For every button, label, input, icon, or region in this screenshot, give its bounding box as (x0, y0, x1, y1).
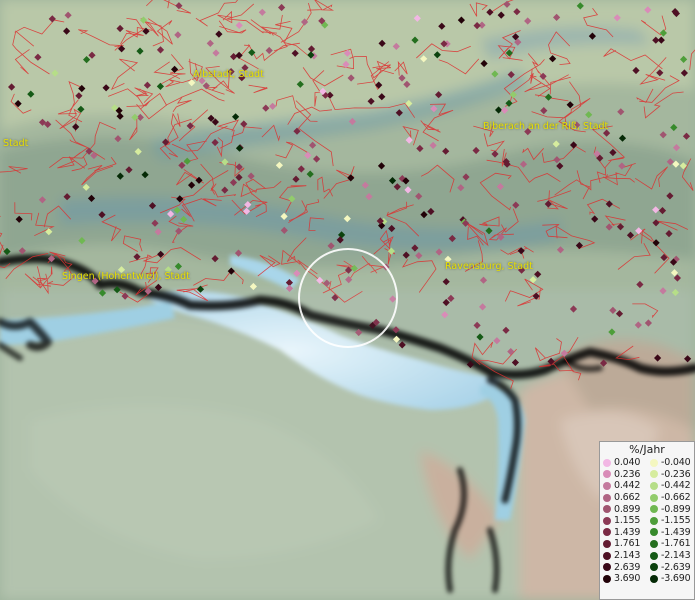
legend-value: -0.662 (661, 492, 691, 504)
legend-swatch (603, 481, 611, 490)
legend-value: -0.899 (661, 503, 691, 515)
legend-value: -1.439 (661, 526, 691, 538)
legend-entry-negative: -0.442 (647, 480, 694, 491)
legend-value: 0.899 (614, 503, 641, 515)
legend-value: -1.155 (661, 515, 691, 527)
legend-entry-positive: 2.639 (600, 562, 647, 573)
legend-value: -2.639 (661, 561, 691, 573)
legend-entry-negative: -0.662 (647, 492, 694, 503)
legend-swatch (603, 516, 611, 525)
legend-entry-negative: -0.899 (647, 504, 694, 515)
legend-swatch (603, 458, 611, 467)
legend-row: 2.143 -2.143 (600, 550, 694, 562)
legend-row: 1.439 -1.439 (600, 527, 694, 539)
legend-value: 2.143 (614, 550, 641, 562)
legend-entry-positive: 0.442 (600, 480, 647, 491)
legend-swatch (650, 551, 658, 560)
selection-circle[interactable] (298, 248, 398, 348)
city-label-albstadt: Albstadt, Stadt (193, 69, 264, 80)
legend-swatch (603, 539, 611, 548)
legend-row: 0.040 -0.040 (600, 457, 694, 469)
legend-rows: 0.040 -0.040 0.236 -0.236 0.442 -0.442 0.662 -0… (600, 457, 694, 585)
legend-row: 0.662 -0.662 (600, 492, 694, 504)
legend-swatch (650, 493, 658, 502)
legend-swatch (650, 481, 658, 490)
legend-value: 0.442 (614, 480, 641, 492)
legend-value: 1.761 (614, 538, 641, 550)
legend-swatch (650, 470, 658, 479)
legend-entry-positive: 1.439 (600, 527, 647, 538)
city-label-ravensburg: Ravensburg, Stadt (445, 261, 533, 272)
legend-value: 1.155 (614, 515, 641, 527)
legend-entry-positive: 1.155 (600, 515, 647, 526)
legend-value: 3.690 (614, 573, 641, 585)
city-label-singen: Singen (Hohentwiel), Stadt (62, 271, 190, 282)
legend-swatch (603, 551, 611, 560)
legend-swatch (650, 505, 658, 514)
legend-swatch (603, 493, 611, 502)
legend-entry-positive: 2.143 (600, 550, 647, 561)
legend-value: -2.143 (661, 550, 691, 562)
legend-row: 1.761 -1.761 (600, 538, 694, 550)
map-canvas[interactable] (0, 0, 695, 600)
legend-row: 0.236 -0.236 (600, 469, 694, 481)
legend-entry-negative: -0.236 (647, 469, 694, 480)
legend-swatch (603, 470, 611, 479)
legend-title: %/Jahr (629, 443, 665, 456)
legend: %/Jahr 0.040 -0.040 0.236 -0.236 0.442 -0.442… (599, 441, 695, 600)
legend-entry-positive: 1.761 (600, 538, 647, 549)
legend-entry-negative: -1.761 (647, 538, 694, 549)
legend-swatch (650, 563, 658, 572)
legend-entry-negative: -2.639 (647, 562, 694, 573)
legend-entry-negative: -0.040 (647, 457, 694, 468)
legend-value: 0.236 (614, 468, 641, 480)
legend-entry-positive: 0.899 (600, 504, 647, 515)
legend-swatch (603, 574, 611, 583)
legend-value: 1.439 (614, 526, 641, 538)
legend-swatch (603, 528, 611, 537)
legend-row: 3.690 -3.690 (600, 573, 694, 585)
legend-entry-negative: -3.690 (647, 573, 694, 584)
legend-entry-negative: -1.155 (647, 515, 694, 526)
legend-value: -0.040 (661, 457, 691, 469)
legend-value: -3.690 (661, 573, 691, 585)
legend-value: 0.040 (614, 457, 641, 469)
legend-value: 0.662 (614, 492, 641, 504)
legend-entry-positive: 0.662 (600, 492, 647, 503)
legend-entry-positive: 3.690 (600, 573, 647, 584)
legend-swatch (603, 505, 611, 514)
city-label-biberach: Biberach an der Riß, Stadt (483, 121, 609, 132)
legend-value: -1.761 (661, 538, 691, 550)
legend-entry-negative: -2.143 (647, 550, 694, 561)
legend-row: 0.442 -0.442 (600, 480, 694, 492)
city-label-stadt-left: Stadt (3, 138, 29, 149)
legend-value: -0.236 (661, 468, 691, 480)
legend-entry-negative: -1.439 (647, 527, 694, 538)
legend-swatch (650, 516, 658, 525)
legend-row: 2.639 -2.639 (600, 561, 694, 573)
legend-row: 0.899 -0.899 (600, 503, 694, 515)
legend-swatch (603, 563, 611, 572)
legend-swatch (650, 458, 658, 467)
legend-swatch (650, 539, 658, 548)
legend-swatch (650, 574, 658, 583)
legend-swatch (650, 528, 658, 537)
legend-value: 2.639 (614, 561, 641, 573)
legend-entry-positive: 0.040 (600, 457, 647, 468)
legend-entry-positive: 0.236 (600, 469, 647, 480)
legend-row: 1.155 -1.155 (600, 515, 694, 527)
legend-value: -0.442 (661, 480, 691, 492)
